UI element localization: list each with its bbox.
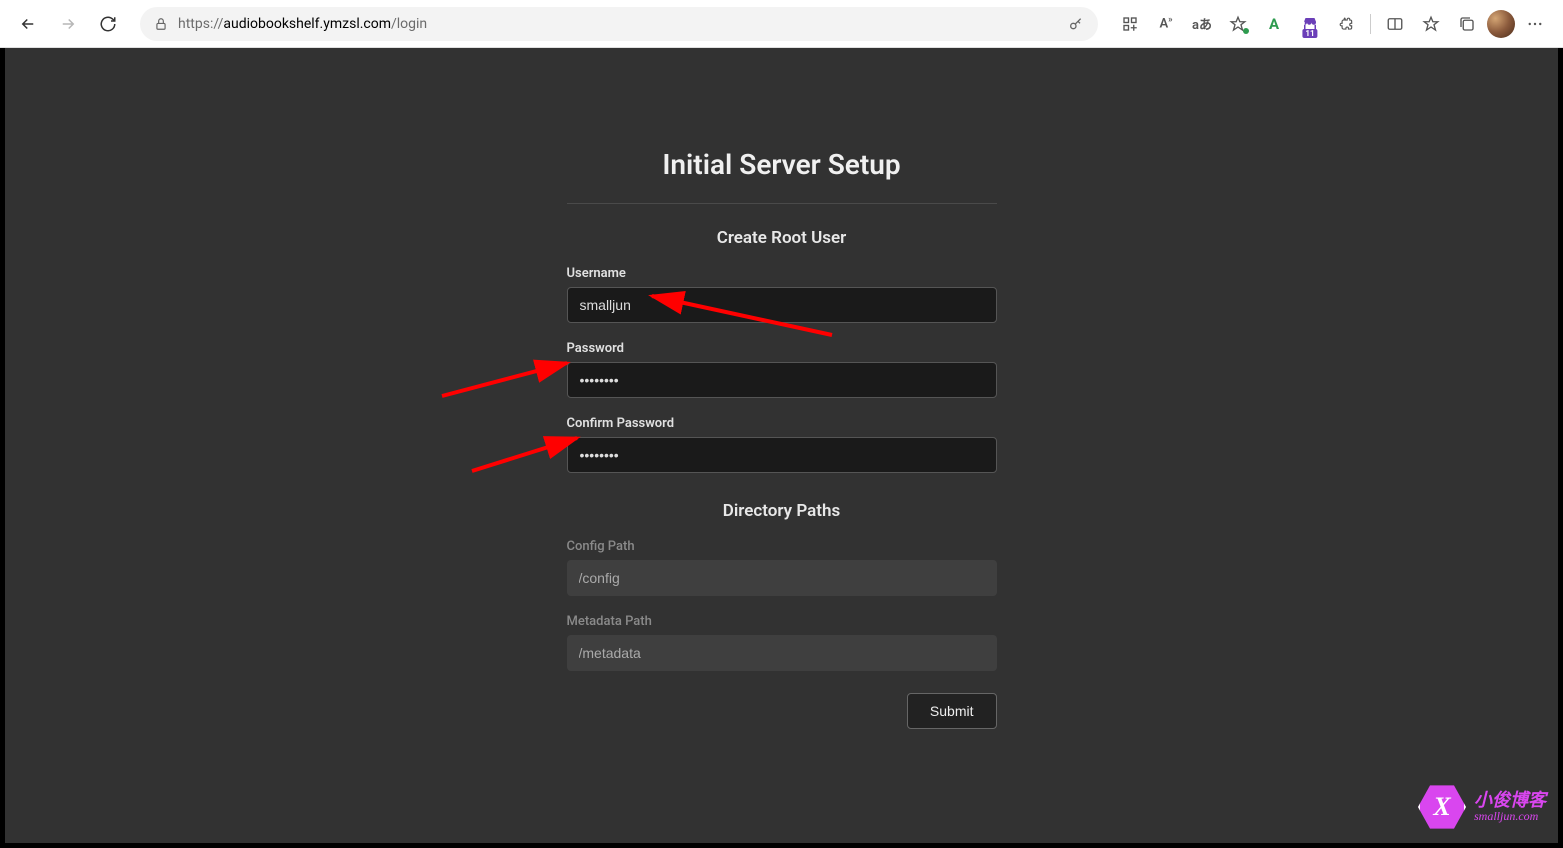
config-path-label: Config Path — [567, 539, 997, 554]
url-text: https://audiobookshelf.ymzsl.com/login — [178, 16, 1058, 32]
apps-icon[interactable] — [1114, 8, 1146, 40]
create-user-heading: Create Root User — [567, 228, 997, 248]
split-screen-icon[interactable] — [1379, 8, 1411, 40]
key-icon[interactable] — [1068, 16, 1084, 32]
back-button[interactable] — [12, 8, 44, 40]
collections-icon[interactable]: 11 — [1294, 8, 1326, 40]
favorite-icon[interactable] — [1222, 8, 1254, 40]
password-input[interactable] — [567, 362, 997, 398]
profile-avatar[interactable] — [1487, 10, 1515, 38]
watermark-title: 小俊博客 — [1474, 791, 1546, 811]
extensions-icon[interactable] — [1330, 8, 1362, 40]
username-label: Username — [567, 266, 997, 281]
forward-button[interactable] — [52, 8, 84, 40]
lock-icon — [154, 17, 168, 31]
refresh-button[interactable] — [92, 8, 124, 40]
watermark-url: smalljun.com — [1474, 810, 1546, 823]
submit-button[interactable]: Submit — [907, 693, 997, 729]
username-input[interactable] — [567, 287, 997, 323]
setup-form: Initial Server Setup Create Root User Us… — [567, 48, 997, 729]
password-label: Password — [567, 341, 997, 356]
watermark-badge-icon: X — [1418, 783, 1466, 831]
read-aloud-icon[interactable]: A» — [1150, 8, 1182, 40]
directory-paths-heading: Directory Paths — [567, 501, 997, 521]
page-title: Initial Server Setup — [567, 148, 997, 204]
metadata-path-label: Metadata Path — [567, 614, 997, 629]
metadata-path-input — [567, 635, 997, 671]
confirm-password-label: Confirm Password — [567, 416, 997, 431]
more-icon[interactable] — [1519, 8, 1551, 40]
config-path-input — [567, 560, 997, 596]
page-viewport: Initial Server Setup Create Root User Us… — [5, 48, 1558, 843]
favorites-star-icon[interactable] — [1415, 8, 1447, 40]
confirm-password-input[interactable] — [567, 437, 997, 473]
adblock-icon[interactable]: A — [1258, 8, 1290, 40]
browser-toolbar: https://audiobookshelf.ymzsl.com/login A… — [0, 0, 1563, 48]
address-bar[interactable]: https://audiobookshelf.ymzsl.com/login — [140, 7, 1098, 41]
tabs-icon[interactable] — [1451, 8, 1483, 40]
watermark: X 小俊博客 smalljun.com — [1418, 783, 1546, 831]
toolbar-divider — [1370, 14, 1371, 34]
translate-icon[interactable]: aあ — [1186, 8, 1218, 40]
